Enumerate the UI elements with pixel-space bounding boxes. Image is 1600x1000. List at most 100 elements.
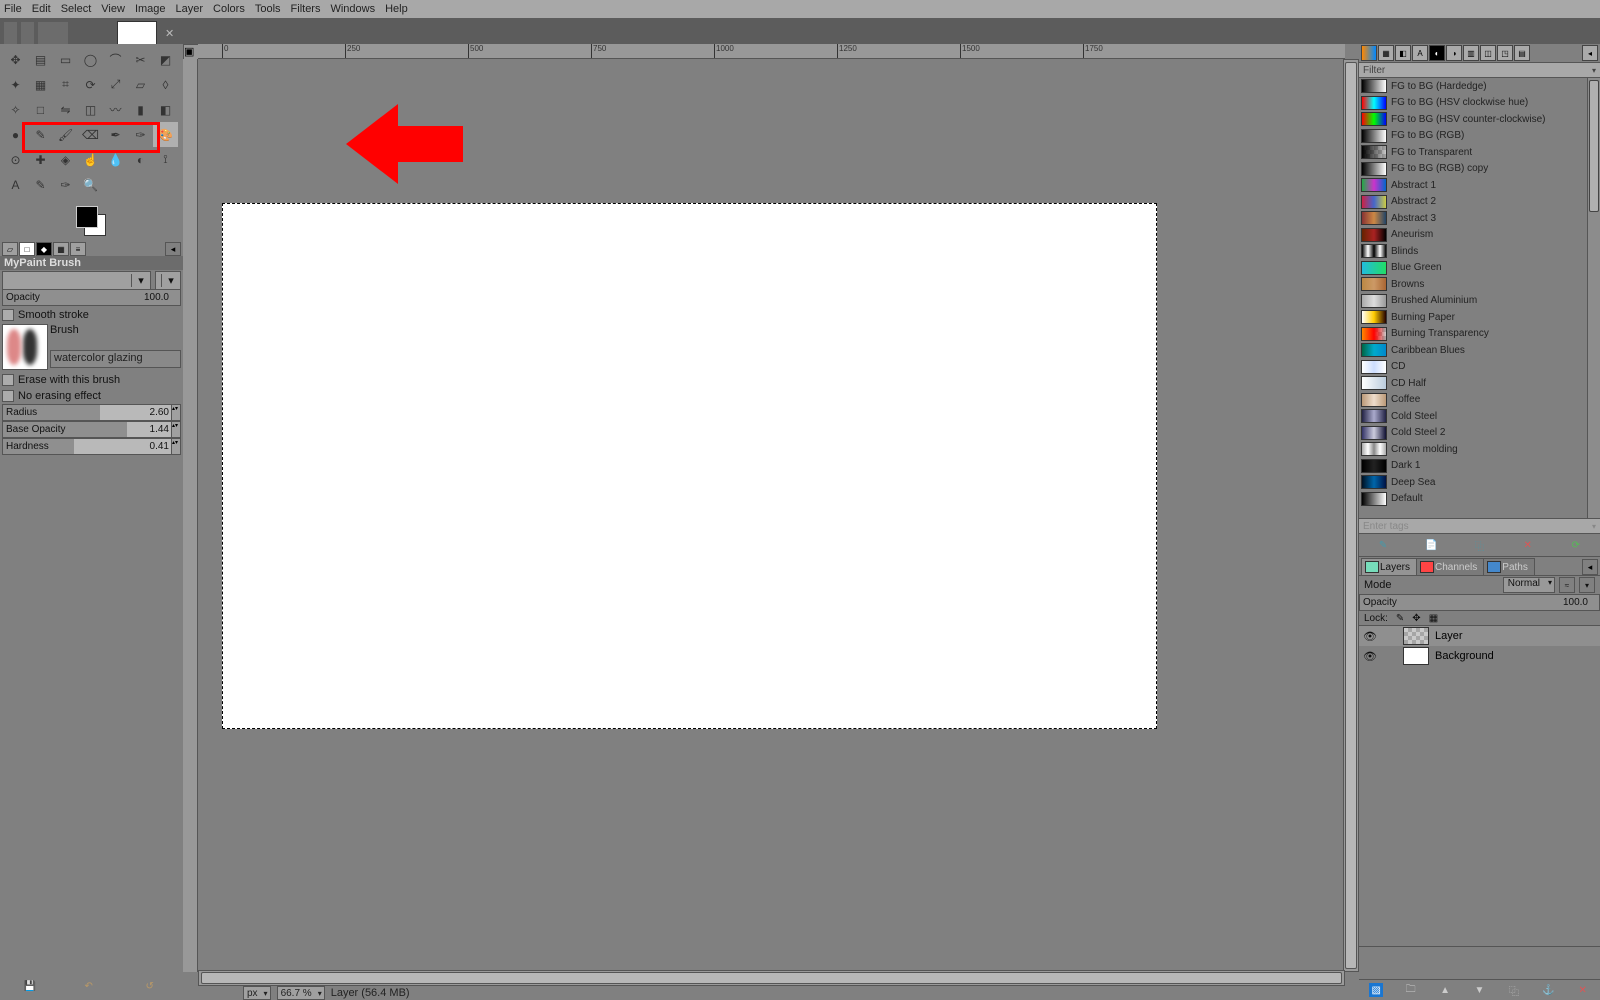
brush-preview[interactable] [2, 324, 48, 370]
fg-color-swatch[interactable] [76, 206, 98, 228]
refresh-gradient-icon[interactable]: ⟳ [1569, 538, 1583, 552]
flip-tool[interactable]: ⇋ [53, 97, 78, 122]
gradient-item[interactable]: Caribbean Blues [1359, 342, 1588, 359]
radius-slider[interactable]: Radius2.60▴▾ [2, 404, 181, 421]
zoom-tool[interactable]: 🔍 [78, 172, 103, 197]
dock-tab-brushes[interactable] [1361, 45, 1377, 61]
mode-option-1[interactable]: ≈ [1559, 577, 1575, 593]
link-slot[interactable] [1383, 649, 1397, 663]
gradient-item[interactable]: Dark 1 [1359, 458, 1588, 475]
gradient-item[interactable]: FG to BG (RGB) [1359, 128, 1588, 145]
dock-tab-6[interactable]: ▥ [1463, 45, 1479, 61]
opt-tab-1[interactable]: ▱ [2, 242, 18, 256]
gradient-item[interactable]: Aneurism [1359, 227, 1588, 244]
gradient-item[interactable]: Browns [1359, 276, 1588, 293]
dock-tab-history[interactable]: ◐ [1429, 45, 1445, 61]
free-select-tool[interactable]: ⌒ [103, 47, 128, 72]
warp-tool[interactable]: 〰 [103, 97, 128, 122]
base-opacity-spinner[interactable]: ▴▾ [171, 422, 180, 437]
dock-tab-5[interactable]: ◑ [1446, 45, 1462, 61]
perspective-clone-tool[interactable]: ◈ [53, 147, 78, 172]
by-color-select-tool[interactable]: ▦ [28, 72, 53, 97]
anchor-layer-icon[interactable]: ⚓ [1541, 983, 1555, 997]
preset-menu-button[interactable]: ▾ [155, 271, 181, 291]
dock-tab-patterns[interactable]: ▦ [1378, 45, 1394, 61]
fuzzy-select-tool[interactable]: ✦ [3, 72, 28, 97]
menu-view[interactable]: View [101, 3, 125, 15]
panel-tab-paths[interactable]: Paths [1483, 558, 1535, 575]
edit-gradient-icon[interactable]: ✎ [1376, 538, 1390, 552]
gradient-tags-row[interactable]: Enter tags▾ [1359, 519, 1600, 534]
menu-windows[interactable]: Windows [330, 3, 375, 15]
gradient-item[interactable]: FG to BG (HSV counter-clockwise) [1359, 111, 1588, 128]
handle-transform-tool[interactable]: □ [28, 97, 53, 122]
menu-tools[interactable]: Tools [255, 3, 281, 15]
crop-tool[interactable]: ⌗ [53, 72, 78, 97]
scissors-tool[interactable]: ✂ [128, 47, 153, 72]
gradient-tool[interactable]: ◧ [153, 97, 178, 122]
hardness-slider[interactable]: Hardness0.41▴▾ [2, 438, 181, 455]
panel-tab-channels[interactable]: Channels [1416, 558, 1484, 575]
paintbrush-tool[interactable]: 🖌 [53, 122, 78, 147]
opt-tab-5[interactable]: ≡ [70, 242, 86, 256]
vertical-scrollbar[interactable] [1343, 59, 1359, 972]
text-tool[interactable]: A [3, 172, 28, 197]
dodge-burn-tool[interactable]: ◐ [128, 147, 153, 172]
dock-tab-9[interactable]: ▤ [1514, 45, 1530, 61]
radius-spinner[interactable]: ▴▾ [171, 405, 180, 420]
lock-alpha-icon[interactable]: ▦ [1429, 613, 1438, 624]
n-point-tool[interactable]: ● [3, 122, 28, 147]
gradient-scrollbar[interactable] [1587, 78, 1600, 518]
delete-gradient-icon[interactable]: ✕ [1521, 538, 1535, 552]
lock-pixels-icon[interactable]: ✎ [1396, 613, 1404, 624]
close-tab-icon[interactable]: ✕ [165, 27, 174, 40]
vertical-ruler[interactable] [183, 59, 198, 972]
gradient-item[interactable]: Coffee [1359, 392, 1588, 409]
perspective-tool[interactable]: ◊ [153, 72, 178, 97]
menu-edit[interactable]: Edit [32, 3, 51, 15]
move-tool[interactable]: ✥ [3, 47, 28, 72]
gradient-item[interactable]: Blue Green [1359, 260, 1588, 277]
menu-image[interactable]: Image [135, 3, 166, 15]
layer-row[interactable]: 👁Background [1359, 646, 1600, 666]
delete-preset-icon[interactable]: ↺ [146, 981, 160, 995]
gradient-item[interactable]: CD [1359, 359, 1588, 376]
mode-option-2[interactable]: ▾ [1579, 577, 1595, 593]
menu-help[interactable]: Help [385, 3, 408, 15]
gradient-item[interactable]: Crown molding [1359, 441, 1588, 458]
scale-tool[interactable]: ⤢ [103, 72, 128, 97]
rect-select-tool[interactable]: ▭ [53, 47, 78, 72]
gradient-item[interactable]: Deep Sea [1359, 474, 1588, 491]
opt-tab-3[interactable]: ◆ [36, 242, 52, 256]
paths-tool[interactable]: ✎ [28, 172, 53, 197]
bucket-fill-tool[interactable]: ▮ [128, 97, 153, 122]
gradient-item[interactable]: Abstract 1 [1359, 177, 1588, 194]
new-group-icon[interactable]: 🗀 [1404, 983, 1418, 997]
gradient-item[interactable]: CD Half [1359, 375, 1588, 392]
airbrush-tool[interactable]: ✒ [103, 122, 128, 147]
panel-tab-layers[interactable]: Layers [1361, 558, 1417, 575]
duplicate-layer-icon[interactable]: ⿻ [1507, 983, 1521, 997]
menu-filters[interactable]: Filters [291, 3, 321, 15]
smudge-tool[interactable]: ☝ [78, 147, 103, 172]
menu-select[interactable]: Select [61, 3, 92, 15]
shear-tool[interactable]: ▱ [128, 72, 153, 97]
new-layer-icon[interactable]: ▧ [1369, 983, 1383, 997]
heal-tool[interactable]: ✚ [28, 147, 53, 172]
rotate-tool[interactable]: ⟳ [78, 72, 103, 97]
blur-tool[interactable]: 💧 [103, 147, 128, 172]
layer-row[interactable]: 👁Layer [1359, 626, 1600, 646]
menu-layer[interactable]: Layer [176, 3, 204, 15]
toolbox-tab-handle-3[interactable] [38, 22, 68, 44]
delete-layer-icon[interactable]: ✕ [1576, 983, 1590, 997]
canvas-viewport[interactable] [198, 59, 1345, 972]
gradient-filter-row[interactable]: Filter▾ [1359, 62, 1600, 78]
pencil-tool[interactable]: ✎ [28, 122, 53, 147]
lower-layer-icon[interactable]: ▼ [1472, 983, 1486, 997]
opt-tab-4[interactable]: ▦ [53, 242, 69, 256]
base-opacity-slider[interactable]: Base Opacity1.44▴▾ [2, 421, 181, 438]
layer-opacity-slider[interactable]: Opacity 100.0 ▴▾ [1359, 595, 1600, 611]
preset-combo[interactable]: ▾ [2, 271, 151, 291]
restore-preset-icon[interactable]: ↶ [85, 981, 99, 995]
measure-tool[interactable]: ⟟ [153, 147, 178, 172]
